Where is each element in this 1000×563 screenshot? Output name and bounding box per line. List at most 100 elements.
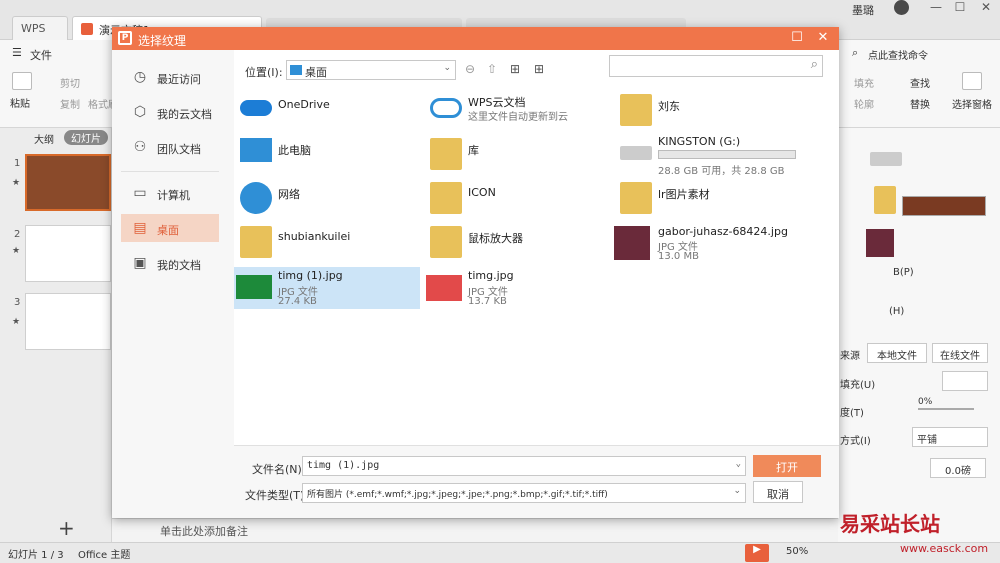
list-item[interactable]: 网络	[234, 178, 420, 220]
onedrive-icon	[240, 100, 272, 116]
local-file-button[interactable]: 本地文件	[867, 343, 927, 363]
sidebar-item-recent[interactable]: ◷ 最近访问	[121, 63, 219, 91]
shortcut-label: (H)	[889, 306, 905, 317]
location-value: 桌面	[305, 66, 327, 79]
list-item[interactable]: 鼠标放大器	[424, 222, 610, 264]
network-icon	[240, 182, 272, 214]
desktop-icon: ▤	[133, 220, 147, 236]
sidebar-item-computer[interactable]: ▭ 计算机	[121, 179, 219, 207]
animation-icon: ★	[12, 317, 21, 327]
transparency-value: 0%	[918, 397, 933, 407]
file-menu[interactable]: 文件	[30, 47, 52, 67]
tab-outline[interactable]: 大纲	[34, 131, 54, 146]
new-folder-icon[interactable]: ⊞	[507, 62, 523, 78]
divider	[121, 171, 219, 172]
zoom-level[interactable]: 50%	[786, 546, 808, 557]
clock-icon: ◷	[133, 69, 147, 85]
paste-icon[interactable]	[12, 72, 32, 90]
close-icon[interactable]: ✕	[815, 30, 831, 46]
filename-input[interactable]: timg (1).jpg ⌄	[302, 456, 746, 476]
chevron-down-icon: ⌄	[443, 63, 451, 73]
avatar[interactable]	[894, 0, 909, 15]
selection-pane-icon[interactable]	[962, 72, 982, 90]
slide-number: 2	[14, 229, 21, 240]
maximize-icon[interactable]: ☐	[789, 30, 805, 46]
watermark-url: www.easck.com	[900, 542, 989, 555]
search-input[interactable]: ⌕	[609, 55, 823, 77]
list-item[interactable]: KINGSTON (G:) 28.8 GB 可用，共 28.8 GB	[614, 134, 800, 177]
list-item[interactable]: OneDrive	[234, 90, 420, 132]
mode-dropdown[interactable]: 平铺	[912, 427, 988, 447]
list-item[interactable]: WPS云文档 这里文件自动更新到云	[424, 90, 610, 132]
list-item-selected[interactable]: timg (1).jpg JPG 文件 27.4 KB	[234, 267, 420, 309]
cancel-button[interactable]: 取消	[753, 481, 803, 503]
list-item[interactable]: timg.jpg JPG 文件 13.7 KB	[424, 267, 610, 309]
list-item[interactable]: 库	[424, 134, 610, 176]
up-folder-icon[interactable]: ⇧	[484, 62, 500, 78]
sidebar-item-label: 我的文档	[157, 259, 201, 272]
sidebar-item-cloud[interactable]: ⬡ 我的云文档	[121, 98, 219, 126]
view-icon[interactable]: ⊞	[531, 62, 547, 78]
paste-button[interactable]: 粘贴	[10, 95, 30, 110]
copy-button[interactable]: 复制	[60, 96, 80, 111]
sidebar-item-label: 最近访问	[157, 73, 201, 86]
cube-icon: ⬡	[133, 104, 147, 120]
menu-icon[interactable]: ☰	[12, 46, 22, 66]
slide-thumbnail[interactable]	[25, 225, 111, 282]
close-icon[interactable]: ✕	[976, 0, 996, 14]
search-command[interactable]: 点此查找命令	[868, 47, 928, 67]
filetype-dropdown[interactable]: 所有图片 (*.emf;*.wmf;*.jpg;*.jpeg;*.jpe;*.p…	[302, 483, 746, 503]
wps-home-tab[interactable]: WPS	[12, 16, 68, 40]
find-button[interactable]: 查找	[910, 75, 930, 90]
list-item[interactable]: ICON	[424, 178, 610, 220]
list-item[interactable]: shubiankuilei	[234, 222, 420, 264]
filename-label: 文件名(N):	[252, 463, 306, 476]
play-icon[interactable]: ▶	[745, 544, 769, 562]
online-file-button[interactable]: 在线文件	[932, 343, 988, 363]
replace-button[interactable]: 替换	[910, 96, 930, 111]
list-item[interactable]: lr图片素材	[614, 178, 800, 220]
wps-cloud-icon	[430, 98, 462, 118]
folder-icon	[240, 226, 272, 258]
list-item[interactable]: 刘东	[614, 90, 800, 132]
sidebar-item-team[interactable]: ⚇ 团队文档	[121, 133, 219, 161]
add-slide-button[interactable]: +	[58, 516, 75, 540]
transparency-slider[interactable]	[918, 408, 974, 410]
mode-label: 方式(I)	[840, 436, 871, 447]
fill-button[interactable]: 填充	[854, 75, 874, 90]
slide-thumbnail[interactable]	[25, 293, 111, 350]
image-thumb-icon	[236, 275, 272, 299]
this-pc-icon	[240, 138, 272, 162]
tab-slides[interactable]: 幻灯片	[64, 130, 108, 145]
texture-dropdown[interactable]	[902, 196, 986, 216]
search-icon[interactable]: ⌕	[852, 46, 858, 66]
wps-logo-icon: P	[118, 31, 132, 45]
offset-input[interactable]: 0.0磅	[930, 458, 986, 478]
team-icon: ⚇	[133, 139, 147, 155]
slide-number: 1	[14, 158, 21, 169]
list-item[interactable]: gabor-juhasz-68424.jpg JPG 文件 13.0 MB	[614, 222, 800, 264]
back-icon[interactable]: ⊖	[462, 62, 478, 78]
location-dropdown[interactable]: 桌面 ⌄	[286, 60, 456, 80]
usb-drive-icon	[620, 146, 652, 160]
theme-name: Office 主题	[78, 550, 131, 561]
cut-button[interactable]: 剪切	[60, 75, 80, 90]
minimize-icon[interactable]: —	[926, 0, 946, 14]
user-name: 墨璐	[852, 4, 874, 17]
list-item[interactable]: 此电脑	[234, 134, 420, 176]
desktop-icon	[290, 65, 302, 75]
open-button[interactable]: 打开	[753, 455, 821, 477]
sidebar-item-desktop[interactable]: ▤ 桌面	[121, 214, 219, 242]
fill-dropdown[interactable]	[942, 371, 988, 391]
notes-area[interactable]: 单击此处添加备注	[112, 518, 838, 542]
selection-pane-button[interactable]: 选择窗格	[952, 96, 992, 111]
chevron-down-icon: ⌄	[735, 459, 741, 469]
maximize-icon[interactable]: ☐	[950, 0, 970, 14]
outline-button[interactable]: 轮廓	[854, 96, 874, 111]
sidebar-item-documents[interactable]: ▣ 我的文档	[121, 249, 219, 277]
computer-icon: ▭	[133, 185, 147, 201]
folder-icon	[430, 226, 462, 258]
shortcut-label: B(P)	[893, 267, 914, 278]
folder-icon	[620, 182, 652, 214]
slide-thumbnail[interactable]	[25, 154, 111, 211]
